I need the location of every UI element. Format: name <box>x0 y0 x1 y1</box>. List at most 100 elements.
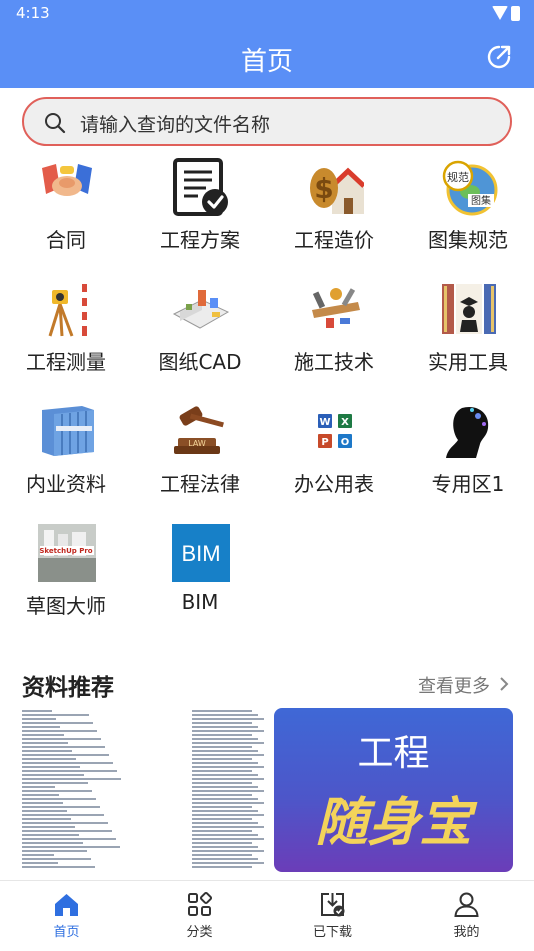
share-icon[interactable] <box>486 44 512 70</box>
thumbnail-line <box>192 710 252 712</box>
category-tools[interactable]: 实用工具 <box>402 280 534 400</box>
category-technique[interactable]: 施工技术 <box>268 280 400 400</box>
category-law[interactable]: LAW 工程法律 <box>134 402 266 522</box>
category-sketchup[interactable]: SketchUp Pro 草图大师 <box>0 524 132 644</box>
downloaded-icon <box>321 893 345 917</box>
category-label: 图纸CAD <box>158 350 242 374</box>
category-bim[interactable]: BIM BIM <box>134 524 266 644</box>
thumbnail-line <box>192 846 258 848</box>
thumbnail-line <box>22 842 83 844</box>
thumbnail-line <box>22 738 101 740</box>
thumbnail-line <box>192 798 258 800</box>
search-input[interactable]: 请输入查询的文件名称 <box>22 97 512 146</box>
tools-icon <box>312 288 360 328</box>
office-apps-icon: W X P O <box>318 414 352 448</box>
thumbnail-line <box>192 786 258 788</box>
svg-text:P: P <box>321 437 328 448</box>
thumbnail-line <box>192 770 252 772</box>
tab-downloaded[interactable]: 已下载 <box>266 881 399 951</box>
promo-subtitle: 随身宝 <box>315 793 472 853</box>
svg-text:BIM: BIM <box>181 541 220 566</box>
graduation-icon <box>442 284 496 334</box>
thumbnail-line <box>22 826 75 828</box>
thumbnail-line <box>192 802 264 804</box>
home-icon <box>55 894 78 916</box>
handshake-icon <box>42 164 92 196</box>
thumbnail-line <box>22 786 55 788</box>
promo-banner[interactable]: 工程 随身宝 <box>274 708 513 872</box>
floorplan-icon <box>172 290 230 329</box>
thumbnail-line <box>192 722 252 724</box>
thumbnail-line <box>192 814 264 816</box>
thumbnail-line <box>22 726 60 728</box>
search-icon <box>45 113 66 134</box>
thumbnail-line <box>22 838 116 840</box>
thumbnail-line <box>192 858 258 860</box>
category-internal-docs[interactable]: 内业资料 <box>0 402 132 522</box>
svg-text:O: O <box>341 437 350 448</box>
thumbnail-line <box>192 810 258 812</box>
sketchup-icon: SketchUp Pro <box>38 524 96 582</box>
thumbnail-line <box>192 726 258 728</box>
document-thumbnail[interactable] <box>20 707 265 873</box>
thumbnail-line <box>192 862 264 864</box>
category-survey[interactable]: 工程测量 <box>0 280 132 400</box>
svg-text:W: W <box>319 417 330 428</box>
category-office-forms[interactable]: W X P O 办公用表 <box>268 402 400 522</box>
thumbnail-line <box>22 846 120 848</box>
thumbnail-line <box>22 798 96 800</box>
category-label: BIM <box>181 590 219 614</box>
thumbnail-line <box>22 818 71 820</box>
tab-home[interactable]: 首页 <box>0 881 133 951</box>
category-label: 专用区1 <box>431 472 505 496</box>
thumbnail-line <box>192 790 264 792</box>
thumbnail-line <box>192 842 252 844</box>
binders-icon <box>42 406 94 456</box>
tab-profile[interactable]: 我的 <box>400 881 533 951</box>
thumbnail-line <box>22 758 76 760</box>
thumbnail-line <box>22 718 56 720</box>
thumbnail-line <box>192 730 264 732</box>
category-label: 施工技术 <box>294 350 374 374</box>
app-bar: 首页 <box>0 28 534 88</box>
category-special-zone[interactable]: 专用区1 <box>402 402 534 522</box>
thumbnail-line <box>22 866 95 868</box>
thumbnail-line <box>22 850 87 852</box>
thumbnail-line <box>192 762 258 764</box>
thumbnail-line <box>192 750 258 752</box>
chevron-right-icon[interactable] <box>497 675 511 693</box>
thumbnail-line <box>192 866 252 868</box>
gavel-icon: LAW <box>174 406 224 454</box>
svg-text:$: $ <box>314 172 333 205</box>
svg-text:LAW: LAW <box>188 439 206 448</box>
thumbnail-line <box>192 830 252 832</box>
category-cost[interactable]: $ 工程造价 <box>268 158 400 278</box>
category-contract[interactable]: 合同 <box>0 158 132 278</box>
thumbnail-line <box>192 766 264 768</box>
tab-category[interactable]: 分类 <box>133 881 266 951</box>
thumbnail-line <box>22 822 108 824</box>
view-more-link[interactable]: 查看更多 <box>418 672 490 698</box>
category-label: 工程法律 <box>160 472 240 496</box>
category-label: 工程测量 <box>26 350 106 374</box>
thumbnail-line <box>22 802 63 804</box>
category-cad[interactable]: 图纸CAD <box>134 280 266 400</box>
svg-text:SketchUp Pro: SketchUp Pro <box>39 547 92 555</box>
thumbnail-line <box>22 862 58 864</box>
thumbnail-line <box>192 822 258 824</box>
thumbnail-line <box>22 814 104 816</box>
thumbnail-line <box>192 746 252 748</box>
thumbnail-line <box>22 734 64 736</box>
thumbnail-line <box>192 782 252 784</box>
thumbnail-line <box>192 754 264 756</box>
thumbnail-line <box>192 738 258 740</box>
category-label: 工程方案 <box>160 228 240 252</box>
thumbnail-line <box>192 734 252 736</box>
thumbnail-line <box>192 834 258 836</box>
thumbnail-line <box>22 746 105 748</box>
category-plan[interactable]: 工程方案 <box>134 158 266 278</box>
profile-icon <box>454 892 479 917</box>
page-title: 首页 <box>240 47 293 77</box>
category-standards[interactable]: 规范 图集 图集规范 <box>402 158 534 278</box>
tab-label: 分类 <box>186 925 213 940</box>
